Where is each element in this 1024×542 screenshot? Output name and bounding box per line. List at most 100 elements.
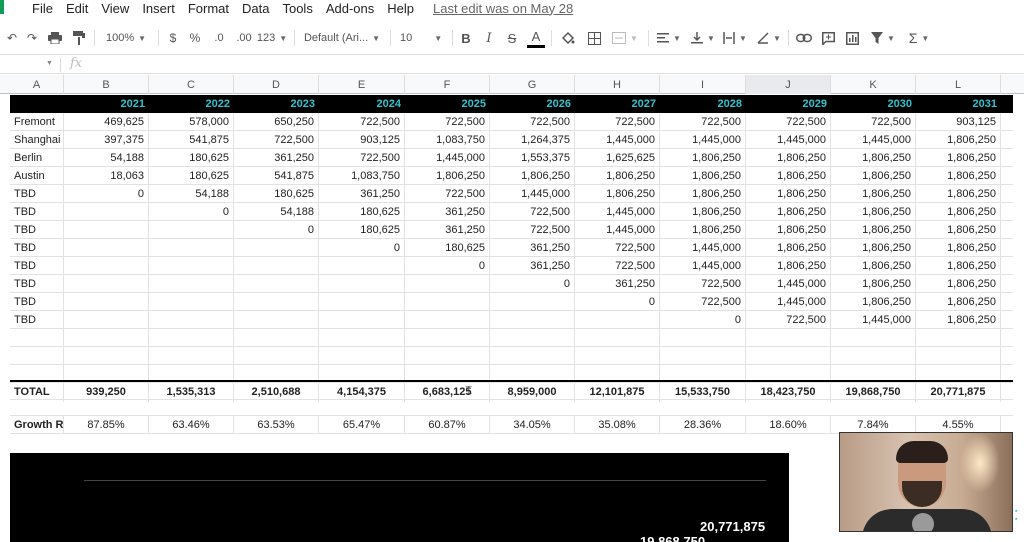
value-cell[interactable]: 1,445,000 [831,311,916,329]
value-cell[interactable]: 1,083,750 [405,131,490,149]
value-cell[interactable]: 18.60% [746,416,831,434]
value-cell[interactable] [490,293,575,311]
merge-cells-icon[interactable]: ▼ [610,26,640,50]
row-label-cell[interactable]: TBD [10,275,64,293]
value-cell[interactable]: 1,806,250 [831,203,916,221]
value-cell[interactable]: 0 [64,185,149,203]
menu-edit[interactable]: Edit [66,1,88,16]
insert-chart-icon[interactable] [842,26,862,50]
column-header-b[interactable]: B [64,75,149,94]
value-cell[interactable]: 1,806,250 [746,221,831,239]
value-cell[interactable]: 1,806,250 [916,167,1001,185]
value-cell[interactable]: 1,806,250 [575,167,660,185]
value-cell[interactable]: 1,445,000 [575,203,660,221]
empty-cell[interactable] [149,347,234,365]
last-edit-link[interactable]: Last edit was on May 28 [433,1,573,16]
value-cell[interactable]: 1,806,250 [746,149,831,167]
value-cell[interactable]: 722,500 [660,113,746,131]
value-cell[interactable]: 0 [660,311,746,329]
column-header-c[interactable]: C [149,75,234,94]
menu-insert[interactable]: Insert [142,1,175,16]
value-cell[interactable]: 1,806,250 [916,203,1001,221]
value-cell[interactable]: 54,188 [234,203,319,221]
value-cell[interactable]: 1,806,250 [746,239,831,257]
empty-cell[interactable] [319,329,405,347]
empty-cell[interactable] [490,329,575,347]
value-cell[interactable]: 469,625 [64,113,149,131]
value-cell[interactable]: 1,445,000 [405,149,490,167]
value-cell[interactable]: 2022 [149,95,234,113]
value-cell[interactable]: 1,806,250 [916,239,1001,257]
value-cell[interactable]: 2027 [575,95,660,113]
value-cell[interactable]: 28.36% [660,416,746,434]
functions-icon[interactable]: Σ ▼ [902,26,936,50]
value-cell[interactable]: 1,625,625 [575,149,660,167]
value-cell[interactable]: 180,625 [319,221,405,239]
row-label-cell[interactable]: TBD [10,257,64,275]
value-cell[interactable]: 2023 [234,95,319,113]
empty-cell[interactable] [10,329,64,347]
value-cell[interactable]: 722,500 [575,257,660,275]
value-cell[interactable] [405,275,490,293]
value-cell[interactable]: 1,806,250 [660,185,746,203]
value-cell[interactable]: 1,806,250 [831,257,916,275]
embedded-chart[interactable]: 20,771,875 19,868,750 [10,453,789,542]
fill-color-icon[interactable] [558,26,578,50]
value-cell[interactable]: 541,875 [234,167,319,185]
value-cell[interactable]: 1,806,250 [405,167,490,185]
value-cell[interactable]: 1,806,250 [660,167,746,185]
value-cell[interactable] [64,257,149,275]
value-cell[interactable]: 722,500 [405,185,490,203]
empty-cell[interactable] [660,329,746,347]
value-cell[interactable]: 1,806,250 [831,221,916,239]
value-cell[interactable] [149,293,234,311]
value-cell[interactable]: 361,250 [575,275,660,293]
column-header-k[interactable]: K [831,75,916,94]
value-cell[interactable]: 1,806,250 [831,149,916,167]
value-cell[interactable]: 650,250 [234,113,319,131]
value-cell[interactable] [234,257,319,275]
value-cell[interactable] [319,257,405,275]
empty-cell[interactable] [575,329,660,347]
increase-decimal-button[interactable]: .00 [232,26,256,50]
value-cell[interactable]: 1,806,250 [831,239,916,257]
menu-data[interactable]: Data [242,1,269,16]
menu-format[interactable]: Format [188,1,229,16]
undo-icon[interactable]: ↶ [4,26,20,50]
value-cell[interactable]: 0 [234,221,319,239]
value-cell[interactable] [64,203,149,221]
percent-format-button[interactable]: % [186,26,204,50]
value-cell[interactable]: 397,375 [64,131,149,149]
font-size-select[interactable]: 10 ▼ [396,26,446,50]
row-label-cell[interactable]: Shanghai [10,131,64,149]
empty-cell[interactable] [831,347,916,365]
value-cell[interactable]: 722,500 [490,221,575,239]
value-cell[interactable]: 1,445,000 [831,131,916,149]
value-cell[interactable] [149,275,234,293]
value-cell[interactable]: 1,806,250 [916,149,1001,167]
value-cell[interactable]: 722,500 [575,239,660,257]
row-label-cell[interactable]: TBD [10,293,64,311]
value-cell[interactable]: 1,806,250 [916,185,1001,203]
value-cell[interactable]: 361,250 [319,185,405,203]
value-cell[interactable]: 1,806,250 [660,221,746,239]
value-cell[interactable]: 1,806,250 [916,131,1001,149]
value-cell[interactable]: 54,188 [64,149,149,167]
empty-cell[interactable] [405,329,490,347]
value-cell[interactable] [64,275,149,293]
value-cell[interactable] [490,311,575,329]
paint-format-icon[interactable] [70,26,88,50]
row-label-cell[interactable] [10,95,64,113]
value-cell[interactable]: 1,806,250 [831,293,916,311]
column-header-d[interactable]: D [234,75,319,94]
decrease-decimal-button[interactable]: .0 [208,26,230,50]
currency-format-button[interactable]: $ [164,26,182,50]
value-cell[interactable]: 578,000 [149,113,234,131]
value-cell[interactable]: 180,625 [319,203,405,221]
empty-cell[interactable] [746,347,831,365]
row-label-cell[interactable]: TBD [10,203,64,221]
value-cell[interactable]: 722,500 [660,293,746,311]
value-cell[interactable]: 63.46% [149,416,234,434]
text-wrapping-icon[interactable]: ▼ [720,26,750,50]
value-cell[interactable]: 2030 [831,95,916,113]
